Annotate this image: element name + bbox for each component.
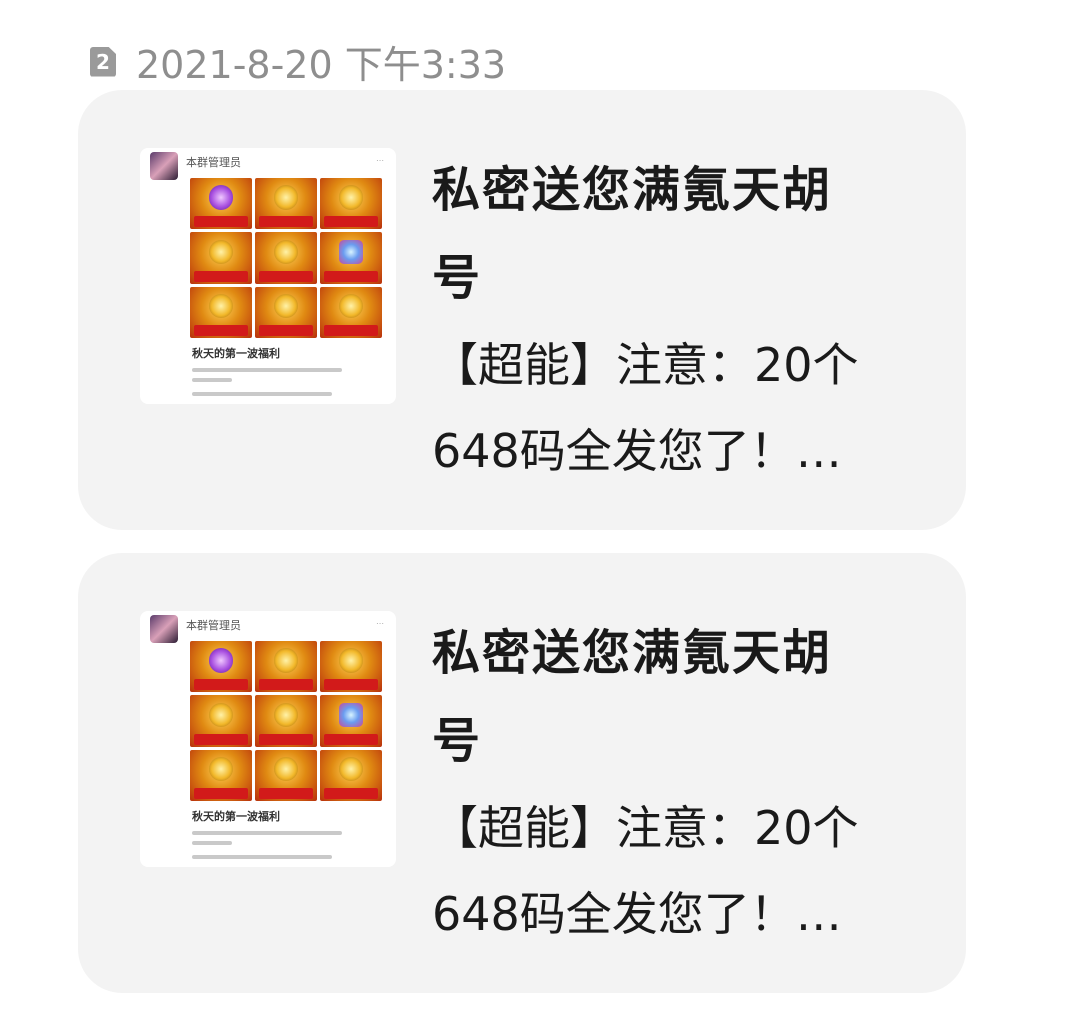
avatar	[150, 152, 178, 180]
thumbnail-sender: 本群管理员	[186, 156, 241, 169]
thumbnail-caption: 秋天的第一波福利	[192, 810, 280, 823]
avatar	[150, 615, 178, 643]
reward-tile	[320, 178, 382, 230]
reward-tile	[320, 232, 382, 284]
reward-tile	[255, 232, 317, 284]
reward-tile	[190, 641, 252, 693]
message-timestamp-row: 2 2021-8-20 下午3:33	[90, 34, 506, 89]
message-title-line: 私密送您满氪天胡	[432, 625, 833, 681]
more-icon: ⋯	[376, 619, 384, 628]
reward-tile	[320, 749, 382, 801]
thumbnail-text-line	[192, 392, 332, 396]
reward-tile	[190, 749, 252, 801]
reward-tile	[190, 695, 252, 747]
reward-grid	[190, 178, 382, 338]
reward-tile	[190, 232, 252, 284]
reward-tile	[255, 749, 317, 801]
message-text: 私密送您满氪天胡 号 【超能】注意：20个 648码全发您了！…	[432, 146, 902, 494]
message-body-line: 【超能】注意：20个	[432, 338, 859, 392]
more-icon: ⋯	[376, 156, 384, 165]
reward-tile	[255, 695, 317, 747]
message-title-line: 私密送您满氪天胡	[432, 162, 833, 218]
timestamp: 2021-8-20 下午3:33	[136, 43, 507, 87]
message-body-line: 648码全发您了！…	[432, 424, 842, 478]
reward-tile	[320, 286, 382, 338]
reward-grid	[190, 641, 382, 801]
thumbnail-text-line	[192, 831, 342, 835]
message-body-line: 【超能】注意：20个	[432, 801, 859, 855]
thumbnail-sender: 本群管理员	[186, 619, 241, 632]
thumbnail-caption: 秋天的第一波福利	[192, 347, 280, 360]
thumbnail-text-line	[192, 368, 342, 372]
reward-tile	[255, 286, 317, 338]
reward-tile	[255, 641, 317, 693]
message-text: 私密送您满氪天胡 号 【超能】注意：20个 648码全发您了！…	[432, 609, 902, 957]
thumbnail-text-line	[192, 855, 332, 859]
thumbnail-text-line	[192, 378, 232, 382]
reward-tile	[320, 695, 382, 747]
sim-card-icon: 2	[90, 46, 116, 77]
thumbnail-text-line	[192, 841, 232, 845]
message-title-line: 号	[432, 250, 483, 306]
message-title-line: 号	[432, 713, 483, 769]
reward-tile	[190, 178, 252, 230]
reward-tile	[255, 178, 317, 230]
reward-tile	[320, 641, 382, 693]
message-bubble[interactable]: 本群管理员 ⋯ 秋天的第一波福利 私密送您满氪天胡 号 【超能】注意：20个 6…	[78, 553, 966, 993]
reward-tile	[190, 286, 252, 338]
message-image-thumbnail[interactable]: 本群管理员 ⋯ 秋天的第一波福利	[140, 148, 396, 404]
message-bubble[interactable]: 本群管理员 ⋯ 秋天的第一波福利 私密送您满氪天胡 号 【超能】注意：20个 6…	[78, 90, 966, 530]
message-image-thumbnail[interactable]: 本群管理员 ⋯ 秋天的第一波福利	[140, 611, 396, 867]
message-body-line: 648码全发您了！…	[432, 887, 842, 941]
